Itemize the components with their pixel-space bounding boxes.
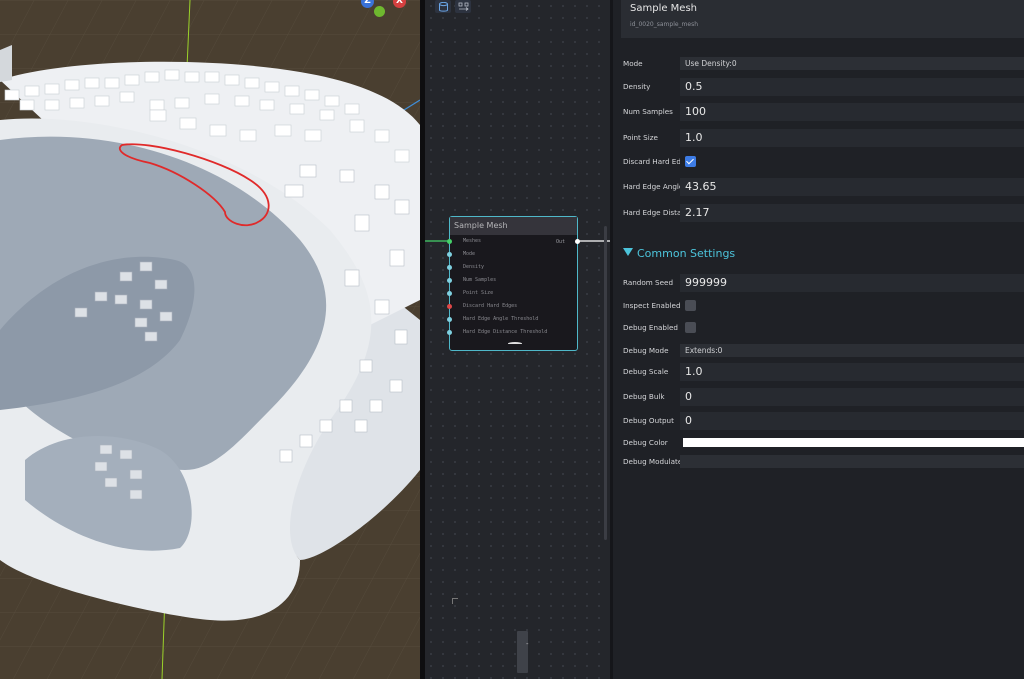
discard-hard-edges-checkbox[interactable]: [685, 156, 696, 167]
random-seed-field[interactable]: 999999: [680, 274, 1024, 292]
debug-scale-field[interactable]: 1.0: [680, 363, 1024, 381]
prop-density: Density 0.5: [613, 78, 1024, 96]
pin-dot[interactable]: [447, 317, 452, 322]
prop-debug-mode: Debug Mode Extends:0: [613, 342, 1024, 360]
minimap-corner-mark: [452, 598, 458, 604]
node-input-pin-row[interactable]: Density: [447, 263, 577, 273]
pin-label: Mode: [463, 251, 476, 257]
pin-label: Hard Edge Angle Threshold: [463, 316, 539, 322]
prop-debug-bulk: Debug Bulk 0: [613, 388, 1024, 406]
database-icon[interactable]: [435, 0, 451, 13]
debug-enabled-checkbox[interactable]: [685, 322, 696, 333]
pin-dot[interactable]: [447, 252, 452, 257]
prop-hard-edge-distance: Hard Edge Distance Threshold 2.17: [613, 204, 1024, 222]
num-samples-field[interactable]: 100: [680, 103, 1024, 121]
prop-num-samples: Num Samples 100: [613, 103, 1024, 121]
pin-dot[interactable]: [447, 239, 452, 244]
node-input-pin-row[interactable]: Hard Edge Angle Threshold: [447, 315, 577, 325]
viewport-scene: [0, 0, 420, 679]
inspector-header: Sample Mesh id_0020_sample_mesh: [621, 0, 1024, 38]
inspect-enabled-checkbox[interactable]: [685, 300, 696, 311]
pin-dot[interactable]: [447, 330, 452, 335]
debug-output-field[interactable]: 0: [680, 412, 1024, 430]
pin-label: Num Samples: [463, 277, 497, 283]
node-input-pin-row[interactable]: Mode: [447, 250, 577, 260]
node-title[interactable]: Sample Mesh: [450, 217, 577, 235]
pin-label: Point Size: [463, 290, 494, 296]
graph-toolbar: [435, 0, 471, 14]
prop-debug-modulate: Debug Modulate: [613, 453, 1024, 471]
prop-point-size: Point Size 1.0: [613, 129, 1024, 147]
mode-dropdown[interactable]: Use Density:0: [680, 57, 1024, 70]
inspector-node-id: id_0020_sample_mesh: [630, 21, 699, 28]
prop-discard-hard-edges: Discard Hard Edges: [613, 153, 1024, 171]
pin-label: Hard Edge Distance Threshold: [463, 329, 548, 335]
density-field[interactable]: 0.5: [680, 78, 1024, 96]
prop-debug-output: Debug Output 0: [613, 412, 1024, 430]
sample-mesh-node[interactable]: Sample Mesh Out Meshes Mode Density Num Sam…: [447, 216, 580, 351]
debug-bulk-field[interactable]: 0: [680, 388, 1024, 406]
point-size-field[interactable]: 1.0: [680, 129, 1024, 147]
editor-window: Z X Sample Mesh Out Meshes Mode Density Num…: [0, 0, 1024, 679]
hard-edge-angle-field[interactable]: 43.65: [680, 178, 1024, 196]
pin-dot[interactable]: [447, 278, 452, 283]
node-input-pin-row[interactable]: Hard Edge Distance Threshold: [447, 328, 577, 338]
debug-modulate-field[interactable]: [680, 455, 1024, 468]
prop-debug-scale: Debug Scale 1.0: [613, 363, 1024, 381]
collapse-triangle-icon: [623, 248, 633, 256]
pin-dot[interactable]: [447, 291, 452, 296]
prop-hard-edge-angle: Hard Edge Angle Threshold 43.65: [613, 178, 1024, 196]
3d-viewport[interactable]: Z X: [0, 0, 420, 679]
minimap-viewport[interactable]: [517, 631, 528, 673]
node-input-pin-row[interactable]: Meshes: [447, 237, 577, 247]
node-collapse-handle[interactable]: [508, 342, 522, 345]
pin-dot[interactable]: [447, 265, 452, 270]
prop-random-seed: Random Seed 999999: [613, 274, 1024, 292]
pin-label: Meshes: [463, 238, 482, 244]
prop-debug-color: Debug Color: [613, 434, 1024, 452]
node-input-pin-row[interactable]: Discard Hard Edges: [447, 302, 577, 312]
pin-dot[interactable]: [447, 304, 452, 309]
common-settings-header[interactable]: Common Settings: [623, 247, 735, 260]
hard-edge-distance-field[interactable]: 2.17: [680, 204, 1024, 222]
graph-scrollbar[interactable]: [604, 226, 607, 540]
gizmo-y-ball[interactable]: [374, 6, 385, 17]
inspector-title: Sample Mesh: [630, 3, 698, 14]
prop-debug-enabled: Debug Enabled: [613, 319, 1024, 337]
pin-label: Density: [463, 264, 485, 270]
inspector-panel: Sample Mesh id_0020_sample_mesh Mode Use…: [613, 0, 1024, 679]
graph-icon[interactable]: [455, 0, 471, 13]
node-input-pin-row[interactable]: Point Size: [447, 289, 577, 299]
node-input-pin-row[interactable]: Num Samples: [447, 276, 577, 286]
prop-inspect-enabled: Inspect Enabled: [613, 297, 1024, 315]
prop-mode: Mode Use Density:0: [613, 55, 1024, 73]
graph-minimap[interactable]: -: [452, 598, 592, 678]
debug-color-swatch[interactable]: [683, 438, 1024, 447]
minimap-label: -: [526, 640, 529, 648]
mesh-edge-slab: [0, 45, 12, 82]
debug-mode-dropdown[interactable]: Extends:0: [680, 344, 1024, 357]
pin-label: Discard Hard Edges: [463, 303, 518, 309]
